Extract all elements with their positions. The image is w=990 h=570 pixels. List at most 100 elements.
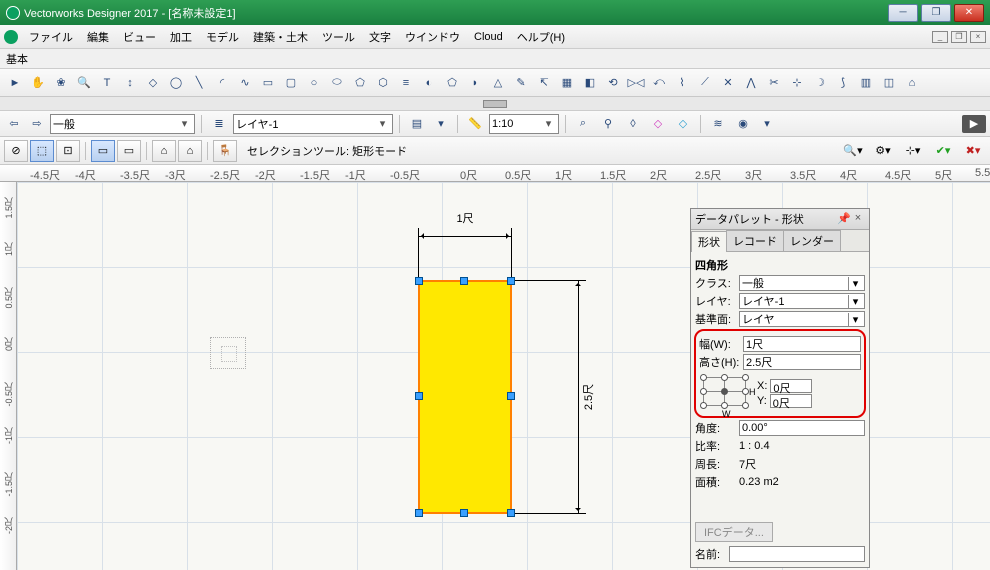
mode-rect-a[interactable]: ▭: [91, 140, 115, 162]
shear-tool[interactable]: ⟆: [832, 72, 854, 94]
spiral-tool[interactable]: ◐: [418, 72, 440, 94]
rotate-tool[interactable]: ⤺: [648, 72, 670, 94]
scale-dropdown[interactable]: 1:10▾: [489, 114, 559, 134]
double-line-tool[interactable]: ≡: [395, 72, 417, 94]
collapse-handle[interactable]: [483, 100, 507, 108]
tab-shape[interactable]: 形状: [691, 231, 727, 252]
menu-arch[interactable]: 建築・土木: [246, 27, 315, 47]
cancel-button[interactable]: ✖▾: [960, 140, 986, 162]
polyline-tool[interactable]: ⬡: [372, 72, 394, 94]
doc-minimize-button[interactable]: _: [932, 31, 948, 43]
play-button[interactable]: ▶: [962, 115, 986, 133]
stack-icon[interactable]: ≋: [707, 113, 729, 135]
reshape-tool[interactable]: ⟲: [602, 72, 624, 94]
nav-forward-button[interactable]: ⇨: [27, 114, 47, 134]
view-icon-3[interactable]: ◊: [622, 113, 644, 135]
roof-tool[interactable]: ⌂: [901, 72, 923, 94]
mirror-tool[interactable]: ▷◁: [625, 72, 647, 94]
fillet-tool[interactable]: ⌇: [671, 72, 693, 94]
rectangle-tool[interactable]: ▭: [257, 72, 279, 94]
dimension-tool[interactable]: ↕: [119, 72, 141, 94]
plane-field[interactable]: レイヤ▾: [739, 311, 865, 327]
ifc-data-button[interactable]: IFCデータ...: [695, 522, 773, 542]
tab-record[interactable]: レコード: [726, 230, 784, 251]
resize-handle-bl[interactable]: [415, 509, 423, 517]
minimize-button[interactable]: ─: [888, 4, 918, 22]
freehand-tool[interactable]: ∿: [234, 72, 256, 94]
menu-model[interactable]: モデル: [199, 27, 246, 47]
y-field[interactable]: 0尺: [770, 394, 812, 408]
height-field[interactable]: 2.5尺: [743, 354, 861, 370]
width-field[interactable]: 1尺: [743, 336, 861, 352]
menu-edit[interactable]: 編集: [80, 27, 116, 47]
layer-field[interactable]: レイヤ-1▾: [739, 293, 865, 309]
menu-text[interactable]: 文字: [362, 27, 398, 47]
locus-tool[interactable]: ◇: [142, 72, 164, 94]
angle-field[interactable]: 0.00°: [739, 420, 865, 436]
gear-button[interactable]: ⚙▾: [870, 140, 896, 162]
scale-icon[interactable]: 📏: [464, 113, 486, 135]
circle-tool[interactable]: ○: [303, 72, 325, 94]
object-info-palette[interactable]: データパレット - 形状 📌 × 形状 レコード レンダー 四角形 クラス: 一…: [690, 208, 870, 568]
slab-tool[interactable]: ◫: [878, 72, 900, 94]
regular-polygon-tool[interactable]: ⬠: [441, 72, 463, 94]
mode-chair-icon[interactable]: 🪑: [213, 140, 237, 162]
resize-handle-tm[interactable]: [460, 277, 468, 285]
nav-back-button[interactable]: ⇦: [4, 114, 24, 134]
menu-view[interactable]: ビュー: [116, 27, 163, 47]
mode-single[interactable]: ⊡: [56, 140, 80, 162]
rounded-rect-tool[interactable]: ▢: [280, 72, 302, 94]
polygon-tool[interactable]: ⬠: [349, 72, 371, 94]
palette-titlebar[interactable]: データパレット - 形状 📌 ×: [691, 209, 869, 230]
resize-handle-mr[interactable]: [507, 392, 515, 400]
chamfer-tool[interactable]: ⟋: [694, 72, 716, 94]
close-button[interactable]: ✕: [954, 4, 984, 22]
snap-button[interactable]: ⊹▾: [900, 140, 926, 162]
callout-tool[interactable]: ◯: [165, 72, 187, 94]
split-tool[interactable]: ✂: [763, 72, 785, 94]
class-field[interactable]: 一般▾: [739, 275, 865, 291]
view-icon-1[interactable]: ⌕: [572, 113, 594, 135]
menu-file[interactable]: ファイル: [22, 27, 80, 47]
doc-close-button[interactable]: ×: [970, 31, 986, 43]
trim-tool[interactable]: ☽: [809, 72, 831, 94]
name-field[interactable]: [729, 546, 865, 562]
menu-help[interactable]: ヘルプ(H): [510, 27, 572, 47]
cursor-tool[interactable]: ►: [4, 72, 26, 94]
layer-dropdown[interactable]: レイヤ-1▾: [233, 114, 393, 134]
mode-wall2[interactable]: ⌂: [178, 140, 202, 162]
text-tool[interactable]: T: [96, 72, 118, 94]
select-similar-tool[interactable]: ↸: [533, 72, 555, 94]
mode-disabled-icon[interactable]: ⊘: [4, 140, 28, 162]
quarter-arc-tool[interactable]: ◗: [464, 72, 486, 94]
resize-handle-br[interactable]: [507, 509, 515, 517]
mode-wall[interactable]: ⌂: [152, 140, 176, 162]
zoom-fit-button[interactable]: 🔍▾: [840, 140, 866, 162]
clip-tool[interactable]: ⋀: [740, 72, 762, 94]
render-dropdown[interactable]: ▾: [757, 114, 777, 134]
view-icon-2[interactable]: ⚲: [597, 113, 619, 135]
resize-handle-ml[interactable]: [415, 392, 423, 400]
zoom-tool[interactable]: 🔍: [73, 72, 95, 94]
triangle-tool[interactable]: △: [487, 72, 509, 94]
class-dropdown[interactable]: 一般▾: [50, 114, 195, 134]
connect-tool[interactable]: ⊹: [786, 72, 808, 94]
x-field[interactable]: 0尺: [770, 379, 812, 393]
attribute-mapping-tool[interactable]: ◧: [579, 72, 601, 94]
check-button[interactable]: ✔▾: [930, 140, 956, 162]
view-icon-4[interactable]: ◇: [647, 113, 669, 135]
resize-handle-bm[interactable]: [460, 509, 468, 517]
menu-modify[interactable]: 加工: [163, 27, 199, 47]
oval-tool[interactable]: ⬭: [326, 72, 348, 94]
visibility-tool[interactable]: ▦: [556, 72, 578, 94]
saved-view-icon[interactable]: ▤: [406, 113, 428, 135]
palette-pin-icon[interactable]: 📌: [837, 212, 851, 226]
mode-lasso[interactable]: ⬚: [30, 140, 54, 162]
palette-close-icon[interactable]: ×: [851, 212, 865, 226]
offset-tool[interactable]: ✕: [717, 72, 739, 94]
flyover-tool[interactable]: ❀: [50, 72, 72, 94]
menu-tool[interactable]: ツール: [315, 27, 362, 47]
resize-handle-tr[interactable]: [507, 277, 515, 285]
selected-rectangle[interactable]: [418, 280, 512, 514]
anchor-point-grid[interactable]: H W: [699, 373, 749, 413]
